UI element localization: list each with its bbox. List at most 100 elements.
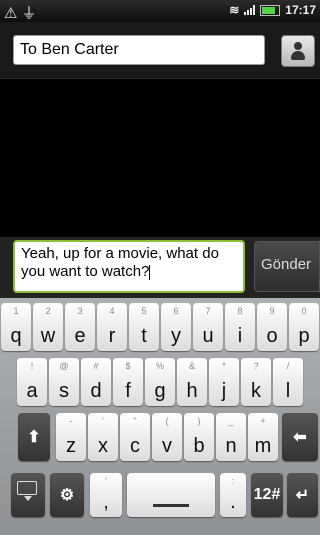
key-alt-label: + [260,416,266,426]
symbols-icon: 12# [253,486,281,503]
battery-icon [260,4,281,16]
key-p[interactable]: 0p [289,303,319,351]
key-o[interactable]: 9o [257,303,287,351]
key-label: m [254,435,272,457]
status-bar: ⚠ ⏚ ≋ 17:17 [0,0,320,22]
key-alt-label: # [93,361,99,371]
keyboard-switch-key[interactable] [11,473,45,517]
key-alt-label: 5 [141,306,147,316]
key-r[interactable]: 4r [97,303,127,351]
key-label: r [108,325,116,347]
status-right-icons: ≋ 17:17 [229,3,316,17]
settings-icon: ⚙ [59,487,75,504]
key-v[interactable]: (v [152,413,182,461]
key-alt-label: * [222,361,226,371]
key-f[interactable]: $ f [113,358,143,406]
key-alt-label: - [69,416,73,426]
compose-bar: Yeah, up for a movie, what do you want t… [0,237,320,298]
add-contact-button[interactable] [281,35,315,67]
key-d[interactable]: # d [81,358,111,406]
key-alt-label: _ [228,416,234,426]
key-label: c [130,435,140,457]
enter-key[interactable]: ↵ [287,473,318,517]
key-t[interactable]: 5t [129,303,159,351]
key-alt-label: $ [125,361,131,371]
key-a[interactable]: ! a [17,358,47,406]
key-j[interactable]: * j [209,358,239,406]
key-b[interactable]: ) b [184,413,214,461]
space-icon [153,504,189,507]
comma-key[interactable]: ', [90,473,122,517]
key-label: z [66,435,76,457]
status-left-icons: ⚠ ⏚ [4,2,40,23]
key-alt-label: 9 [269,306,275,316]
key-alt-label: 6 [173,306,179,316]
key-alt-label: ' [105,476,107,486]
key-e[interactable]: 3e [65,303,95,351]
key-alt-label: 1 [13,306,19,316]
key-s[interactable]: @ s [49,358,79,406]
text-cursor [149,264,151,280]
send-button[interactable]: Gönder [254,241,320,292]
key-z[interactable]: -z [56,413,86,461]
key-label: t [141,325,147,347]
key-alt-label: 4 [109,306,115,316]
key-alt-label: & [188,361,195,371]
key-u[interactable]: 7u [193,303,223,351]
key-label: w [40,325,56,347]
key-alt-label: ! [30,361,34,371]
key-label: k [251,380,261,402]
key-i[interactable]: 8i [225,303,255,351]
key-alt-label: % [155,361,164,371]
recipient-field[interactable]: To Ben Carter [13,35,265,65]
key-x[interactable]: ' x [88,413,118,461]
message-thread [0,79,320,237]
key-w[interactable]: 2w [33,303,63,351]
key-alt-label: 3 [77,306,83,316]
key-y[interactable]: 6y [161,303,191,351]
person-icon [290,42,306,60]
space-key[interactable] [127,473,215,517]
key-alt-label: : [231,476,235,486]
key-label: v [162,435,172,457]
key-label: a [26,380,38,402]
key-k[interactable]: ? k [241,358,271,406]
keyboard-icon [17,481,37,501]
key-label: x [98,435,108,457]
key-alt-label: ? [253,361,259,371]
compose-header: To Ben Carter [0,22,320,79]
period-key[interactable]: :. [220,473,246,517]
key-n[interactable]: _ n [216,413,246,461]
key-alt-label: 2 [45,306,51,316]
key-label: b [193,435,205,457]
key-label: h [186,380,198,402]
shift-key[interactable]: ⬆ [18,413,50,461]
backspace-icon: ⬅ [293,429,307,446]
key-g[interactable]: % g [145,358,175,406]
key-m[interactable]: + m [248,413,278,461]
key-label: n [225,435,237,457]
key-label: i [237,325,243,347]
backspace-key[interactable]: ⬅ [282,413,318,461]
key-label: j [221,380,227,402]
key-alt-label: / [286,361,290,371]
key-label: y [171,325,181,347]
key-alt-label: ' [102,416,104,426]
key-h[interactable]: & h [177,358,207,406]
key-c[interactable]: " c [120,413,150,461]
key-l[interactable]: / l [273,358,303,406]
key-label: g [154,380,166,402]
key-alt-label: " [133,416,137,426]
key-label: p [298,325,310,347]
wifi-icon: ≋ [229,3,240,17]
keyboard: 1 q 2 w 3 e 4 r 5 t 6 y 7 u 8 i 9 o 0 p! a @ s # d $ f% g & h * j? k / l ⬆ -… [0,298,320,535]
key-q[interactable]: 1q [1,303,31,351]
symbols-key[interactable]: 12# [251,473,283,517]
usb-icon: ⏚ [21,5,37,22]
key-label: s [59,380,69,402]
message-input[interactable]: Yeah, up for a movie, what do you want t… [13,240,245,293]
key-label: o [266,325,278,347]
key-label: f [125,380,131,402]
settings-key[interactable]: ⚙ [50,473,84,517]
status-time: 17:17 [285,3,316,17]
